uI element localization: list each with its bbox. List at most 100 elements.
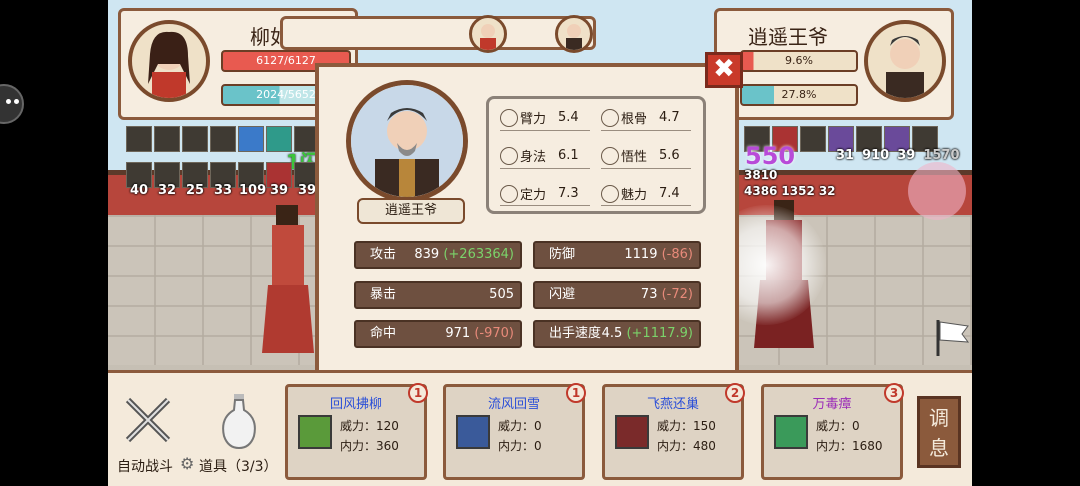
buff-count: 39 bbox=[270, 183, 289, 198]
turn-order-bar bbox=[280, 15, 596, 53]
skill-icon bbox=[298, 415, 332, 449]
left-avatar bbox=[128, 20, 210, 102]
stat-crit: 暴击 505 bbox=[354, 281, 522, 309]
skill-badge: 1 bbox=[408, 383, 428, 403]
divider bbox=[500, 168, 590, 169]
buff-icon bbox=[126, 126, 152, 152]
divider bbox=[500, 130, 590, 131]
running-icon bbox=[500, 146, 518, 165]
left-fighter-sprite bbox=[262, 205, 314, 353]
right-avatar bbox=[864, 20, 946, 102]
attr-comprehension: 悟性 5.6 bbox=[601, 146, 680, 165]
buff-count: 910 bbox=[862, 148, 890, 163]
floating-menu-icon[interactable] bbox=[0, 84, 24, 124]
male-portrait-icon bbox=[351, 85, 463, 197]
buff-count: 40 bbox=[130, 183, 149, 198]
bilibili-watermark-icon bbox=[908, 162, 966, 220]
game-screen: 柳如烟 6127/6127 2024/5652 逍遥王爷 9.6% 27.8% … bbox=[0, 0, 1080, 486]
attr-value: 5.4 bbox=[558, 110, 579, 125]
attr-value: 6.1 bbox=[558, 148, 579, 163]
items-label[interactable]: 道具（3/3） bbox=[199, 456, 278, 476]
auto-battle-label[interactable]: 自动战斗 bbox=[117, 456, 173, 476]
flower-icon bbox=[601, 184, 619, 203]
divider bbox=[601, 168, 691, 169]
right-char-name: 逍遥王爷 bbox=[748, 25, 828, 49]
buff-count: 39 bbox=[298, 183, 317, 198]
skill-card-1[interactable]: 回风拂柳 威力：120 内力：360 1 bbox=[285, 383, 428, 480]
attr-label: 定力 bbox=[520, 188, 547, 203]
attr-value: 7.4 bbox=[659, 186, 680, 201]
rest-button[interactable]: 调 息 bbox=[917, 396, 961, 468]
stat-label: 攻击 bbox=[370, 247, 397, 262]
white-flag-icon[interactable] bbox=[934, 318, 970, 358]
turn-avatar-right bbox=[555, 15, 593, 53]
buff-count: 25 bbox=[186, 183, 205, 198]
male-mini-portrait-icon bbox=[566, 24, 582, 50]
skill-badge: 2 bbox=[725, 383, 745, 403]
buff-icon bbox=[154, 126, 180, 152]
attr-label: 臂力 bbox=[520, 112, 547, 127]
attr-label: 悟性 bbox=[621, 150, 648, 165]
skill-name: 回风拂柳 bbox=[329, 397, 382, 412]
letterbox-left bbox=[0, 0, 108, 486]
stat-defense: 防御 1119 (-86) bbox=[533, 241, 701, 269]
bone-icon bbox=[601, 108, 619, 127]
stat-label: 暴击 bbox=[370, 287, 397, 302]
attr-label: 魅力 bbox=[621, 188, 648, 203]
female-mini-portrait-icon bbox=[480, 24, 496, 50]
close-button[interactable]: ✖ bbox=[705, 52, 743, 88]
divider bbox=[601, 130, 691, 131]
person-icon bbox=[601, 146, 619, 165]
buff-count: 32 bbox=[818, 184, 836, 198]
skill-card-2[interactable]: 流风回雪 威力：0 内力：0 1 bbox=[443, 383, 586, 480]
attr-label: 身法 bbox=[520, 150, 547, 165]
skill-icon bbox=[615, 415, 649, 449]
skill-mp: 内力：1680 bbox=[816, 439, 883, 453]
attr-focus: 定力 7.3 bbox=[500, 184, 579, 203]
attr-strength: 臂力 5.4 bbox=[500, 108, 579, 127]
skill-mp: 内力：480 bbox=[657, 439, 716, 453]
female-portrait-icon bbox=[148, 31, 190, 98]
crossed-swords-icon[interactable] bbox=[122, 394, 174, 448]
attr-label: 根骨 bbox=[621, 112, 648, 127]
stat-label: 出手速度 bbox=[549, 326, 602, 341]
skill-mp: 内力：0 bbox=[498, 439, 542, 453]
buff-icon bbox=[800, 126, 826, 152]
buff-icon: 109 bbox=[238, 162, 266, 198]
buff-icon: 40 bbox=[126, 162, 152, 198]
buff-icon: 32 bbox=[154, 162, 180, 198]
right-mp-bar: 27.8% bbox=[740, 84, 858, 106]
skill-power: 威力：150 bbox=[657, 419, 716, 433]
skill-badge: 3 bbox=[884, 383, 904, 403]
divider bbox=[601, 205, 691, 206]
stat-accuracy: 命中 971 (-970) bbox=[354, 320, 522, 348]
gear-icon[interactable]: ⚙ bbox=[180, 454, 194, 473]
skill-card-3[interactable]: 飞燕还巢 威力：150 内力：480 2 bbox=[602, 383, 745, 480]
skill-mp: 内力：360 bbox=[340, 439, 399, 453]
attr-agility: 身法 6.1 bbox=[500, 146, 579, 165]
skill-name: 万毒瘴 bbox=[812, 397, 852, 412]
buff-icon bbox=[238, 126, 264, 152]
skill-icon bbox=[774, 415, 808, 449]
divider bbox=[500, 205, 590, 206]
attr-charm: 魅力 7.4 bbox=[601, 184, 680, 203]
rest-label-1: 调 bbox=[929, 406, 949, 430]
vase-item-icon[interactable] bbox=[218, 392, 260, 450]
buff-count: 109 bbox=[239, 183, 267, 198]
buff-count: 3810 bbox=[744, 168, 778, 182]
skill-card-4[interactable]: 万毒瘴 威力：0 内力：1680 3 bbox=[761, 383, 904, 480]
stat-dodge: 闪避 73 (-72) bbox=[533, 281, 701, 309]
skill-power: 威力：0 bbox=[498, 419, 542, 433]
attr-constitution: 根骨 4.7 bbox=[601, 108, 680, 127]
buff-icon: 39 bbox=[266, 162, 292, 198]
attr-value: 7.3 bbox=[558, 186, 579, 201]
right-hp-bar: 9.6% bbox=[740, 50, 858, 72]
right-sub-counts-2: 4386 1352 32 bbox=[744, 184, 836, 198]
left-buff-row-2: 40 32 25 33 109 39 39 bbox=[126, 162, 320, 198]
stat-value: 971 (-970) bbox=[445, 326, 514, 341]
skill-power: 威力：0 bbox=[816, 419, 860, 433]
stat-value: 4.5 (+1117.9) bbox=[601, 326, 693, 341]
right-damage-number: 550 bbox=[745, 142, 796, 170]
meditation-icon bbox=[500, 184, 518, 203]
letterbox-right bbox=[972, 0, 1080, 486]
